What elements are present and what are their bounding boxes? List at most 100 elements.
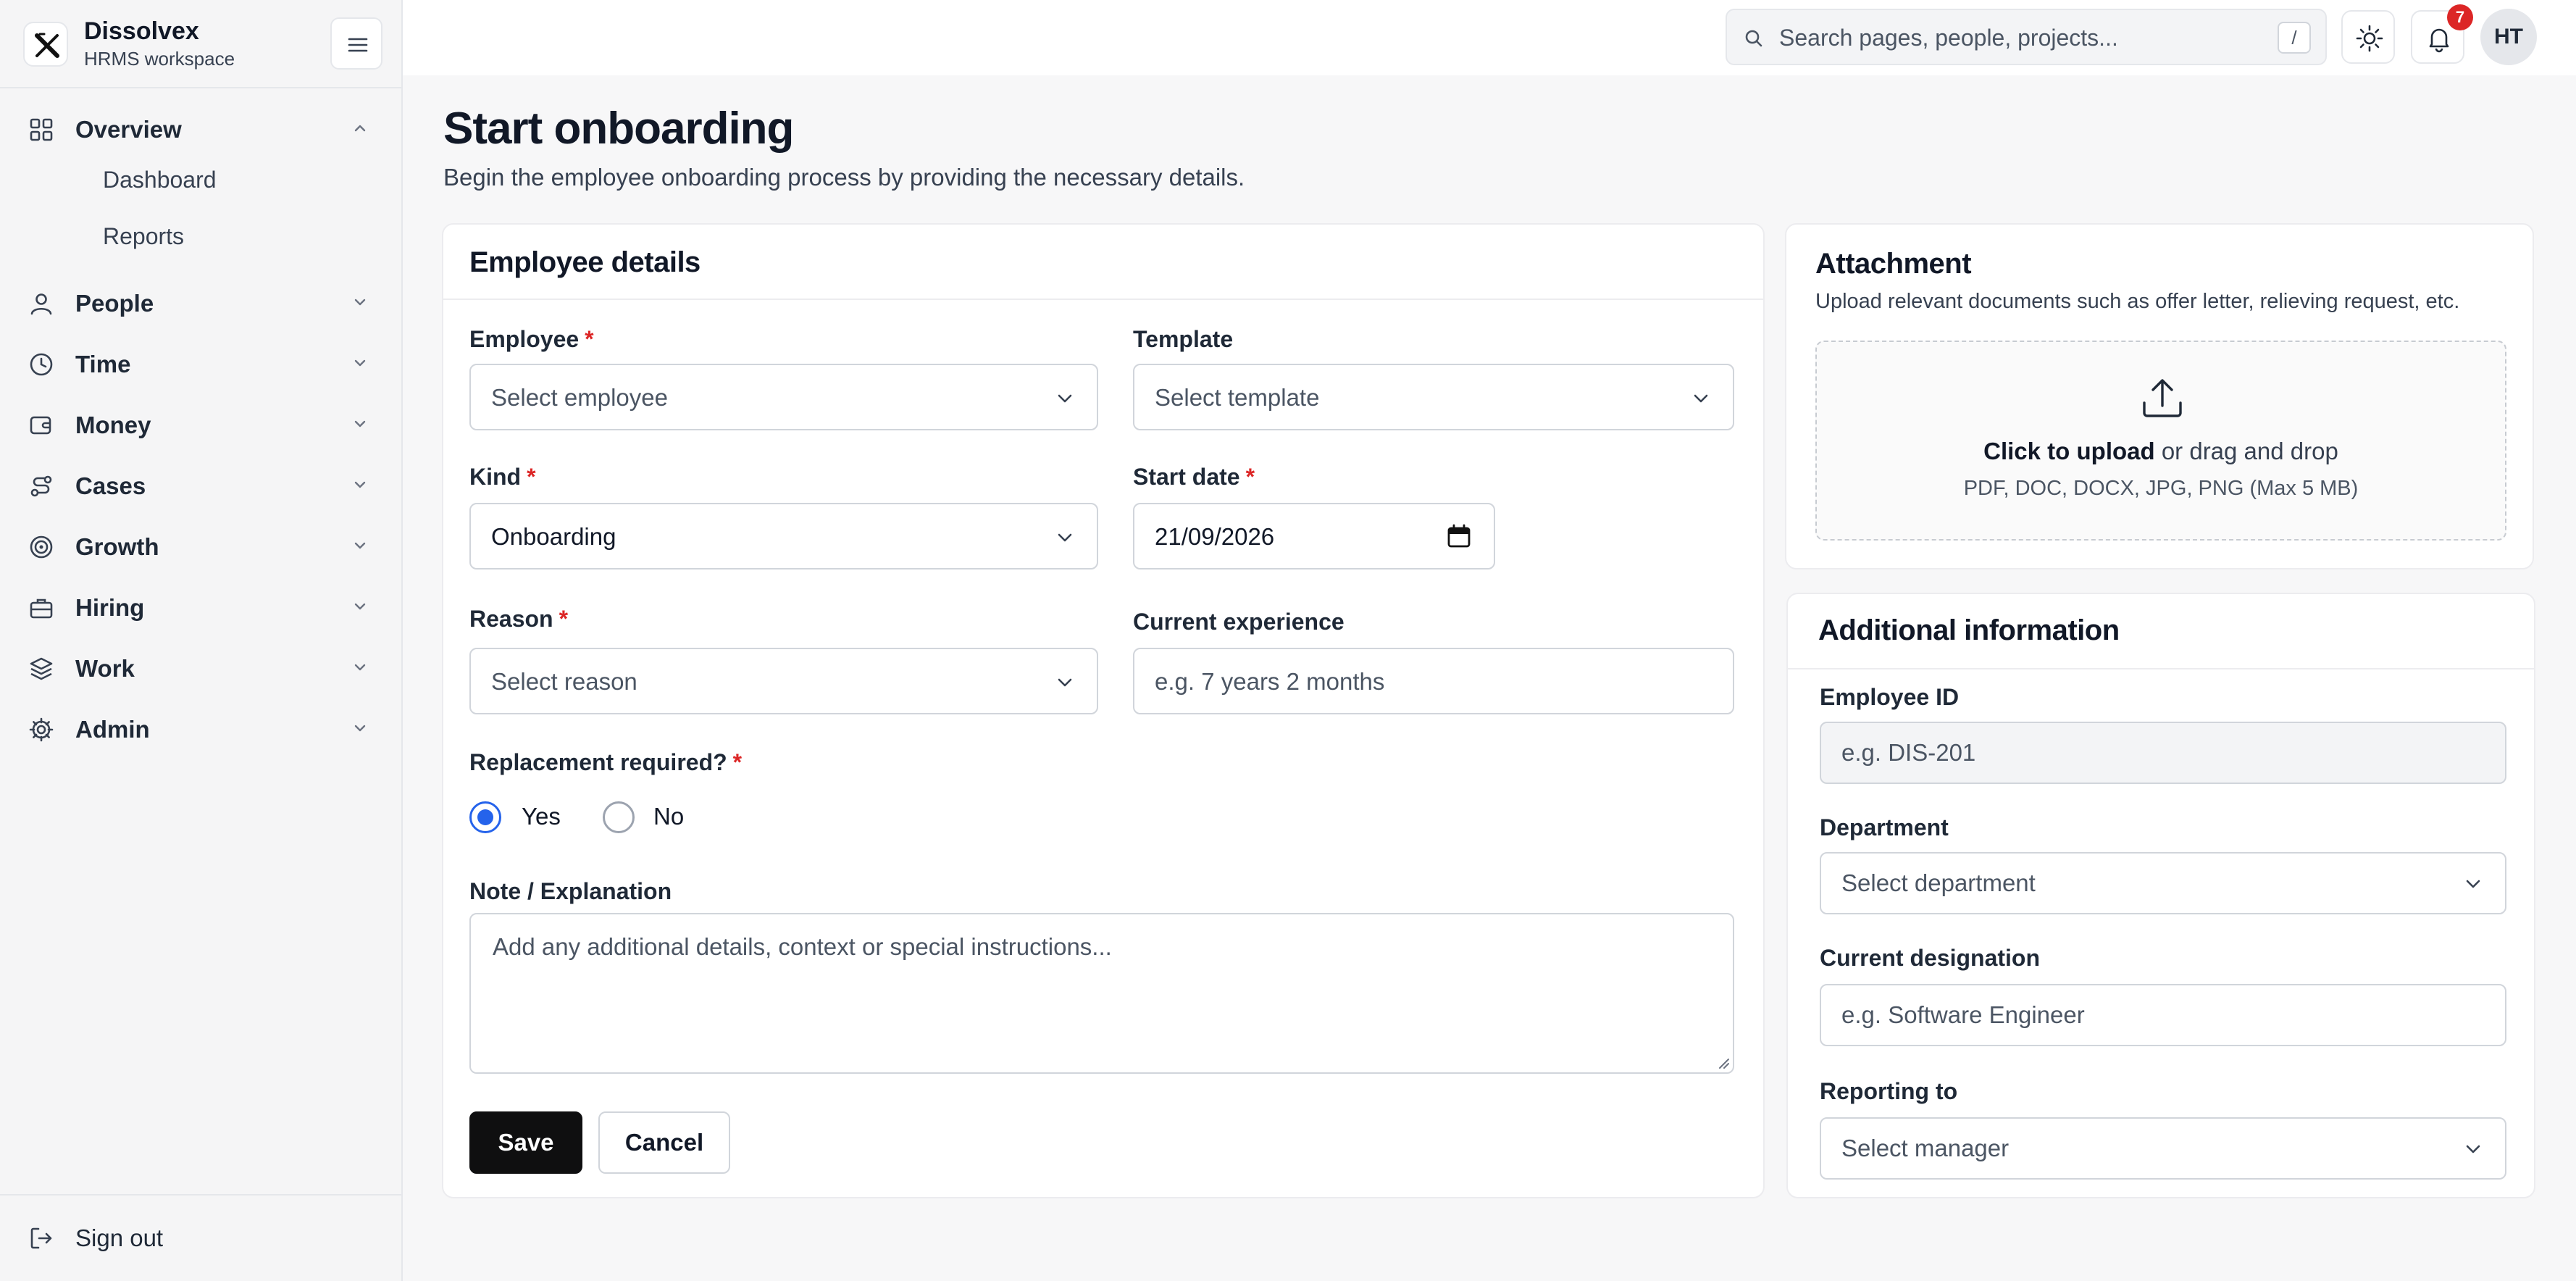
sidebar-item-hiring[interactable]: Hiring: [0, 580, 401, 632]
chevron-down-icon: [354, 603, 366, 610]
sidebar-item-label: Hiring: [75, 594, 145, 621]
clock-icon: [30, 353, 53, 376]
sidebar-item-label: Cases: [75, 472, 146, 499]
replacement-yes-label: Yes: [522, 803, 561, 830]
attachment-subtitle: Upload relevant documents such as offer …: [1815, 290, 2460, 313]
kind-select-value: Onboarding: [491, 523, 616, 550]
wallet-icon: [30, 416, 51, 435]
menu-toggle-button[interactable]: [330, 17, 382, 70]
chevron-down-icon: [1058, 533, 1072, 542]
kind-label: Kind *: [469, 464, 536, 490]
avatar[interactable]: HT: [2480, 9, 2537, 65]
brand-logo[interactable]: [23, 22, 68, 67]
sidebar-item-admin[interactable]: Admin: [0, 701, 401, 754]
kind-select[interactable]: Onboarding: [469, 503, 1098, 569]
chevron-down-icon: [2466, 1145, 2480, 1153]
notifications-badge: 7: [2447, 4, 2473, 30]
sidebar: Dissolvex HRMS workspace Overview Dashbo…: [0, 0, 403, 1281]
reason-select[interactable]: Select reason: [469, 648, 1098, 714]
current-experience-input[interactable]: e.g. 7 years 2 months: [1133, 648, 1734, 714]
department-select-value: Select department: [1841, 869, 2036, 896]
sidebar-item-label: Admin: [75, 716, 150, 743]
resize-handle-icon[interactable]: [1715, 1055, 1730, 1069]
sidebar-item-label: People: [75, 290, 154, 317]
sidebar-item-cases[interactable]: Cases: [0, 458, 401, 510]
reason-label: Reason *: [469, 606, 569, 632]
card-title: Employee details: [469, 246, 701, 278]
sidebar-item-label: Growth: [75, 533, 159, 560]
chevron-down-icon: [354, 359, 366, 367]
sidebar-item-label: Time: [75, 351, 131, 377]
hamburger-icon: [348, 38, 368, 52]
briefcase-icon: [30, 598, 53, 619]
sidebar-item-growth[interactable]: Growth: [0, 519, 401, 571]
search-placeholder: Search pages, people, projects...: [1779, 25, 2118, 51]
grid-icon: [30, 118, 53, 141]
sidebar-item-overview[interactable]: Overview: [0, 101, 401, 154]
sun-icon: [2356, 25, 2383, 52]
employee-select-value: Select employee: [491, 384, 668, 411]
gear-icon: [29, 717, 54, 742]
department-select[interactable]: Select department: [1820, 852, 2506, 914]
drag-drop-text: or drag and drop: [2161, 438, 2338, 464]
sidebar-item-label: Money: [75, 412, 151, 438]
employee-select[interactable]: Select employee: [469, 364, 1098, 430]
current-experience-label: Current experience: [1133, 609, 1345, 635]
sidebar-item-work[interactable]: Work: [0, 640, 401, 693]
sign-out-label: Sign out: [75, 1224, 164, 1251]
sign-out-button[interactable]: Sign out: [0, 1194, 401, 1281]
upload-instructions: Click to upload or drag and drop: [1817, 438, 2505, 465]
note-placeholder: Add any additional details, context or s…: [493, 933, 1112, 960]
sidebar-item-time[interactable]: Time: [0, 336, 401, 388]
sidebar-item-label: Overview: [75, 116, 182, 143]
calendar-icon[interactable]: [1446, 523, 1472, 549]
reporting-to-label: Reporting to: [1820, 1078, 1958, 1104]
sidebar-item-money[interactable]: Money: [0, 397, 401, 449]
designation-placeholder: e.g. Software Engineer: [1841, 1001, 2085, 1028]
layers-icon: [30, 657, 53, 680]
start-date-label: Start date *: [1133, 464, 1255, 490]
target-icon: [30, 535, 53, 559]
card-divider: [1788, 668, 2534, 669]
template-label: Template: [1133, 326, 1234, 352]
upload-dropzone[interactable]: Click to upload or drag and drop PDF, DO…: [1815, 341, 2506, 541]
page-title: Start onboarding: [443, 104, 794, 154]
start-date-value: 21/09/2026: [1155, 523, 1275, 550]
cancel-button[interactable]: Cancel: [598, 1111, 730, 1174]
search-shortcut-key: /: [2278, 22, 2311, 54]
replacement-no-radio[interactable]: [603, 801, 635, 833]
reporting-to-select-value: Select manager: [1841, 1135, 2010, 1161]
replacement-yes-radio[interactable]: [469, 801, 501, 833]
designation-input[interactable]: e.g. Software Engineer: [1820, 984, 2506, 1046]
chevron-down-icon: [1058, 394, 1072, 403]
click-to-upload-link[interactable]: Click to upload: [1983, 438, 2155, 464]
note-textarea[interactable]: Add any additional details, context or s…: [469, 913, 1734, 1074]
sidebar-subitem-dashboard[interactable]: Dashboard: [103, 167, 217, 193]
sidebar-subitem-reports[interactable]: Reports: [103, 223, 184, 250]
card-title: Additional information: [1818, 614, 2120, 646]
search-input[interactable]: Search pages, people, projects... /: [1726, 9, 2327, 65]
upload-formats: PDF, DOC, DOCX, JPG, PNG (Max 5 MB): [1963, 477, 2359, 500]
sidebar-item-people[interactable]: People: [0, 275, 401, 327]
template-select[interactable]: Select template: [1133, 364, 1734, 430]
sidebar-item-label: Work: [75, 655, 135, 682]
brand: Dissolvex HRMS workspace: [0, 0, 401, 88]
start-date-input[interactable]: 21/09/2026: [1133, 503, 1495, 569]
save-button[interactable]: Save: [469, 1111, 582, 1174]
replacement-no-label: No: [653, 803, 685, 830]
card-title: Attachment: [1815, 248, 1972, 280]
replacement-label: Replacement required? *: [469, 749, 743, 775]
reason-select-value: Select reason: [491, 668, 637, 695]
search-icon: [1745, 30, 1762, 47]
note-label: Note / Explanation: [469, 878, 672, 904]
current-experience-placeholder: e.g. 7 years 2 months: [1155, 668, 1385, 695]
page-subtitle: Begin the employee onboarding process by…: [443, 164, 1245, 191]
employee-id-input[interactable]: e.g. DIS-201: [1820, 722, 2506, 784]
chevron-up-icon: [354, 125, 366, 132]
theme-toggle-button[interactable]: [2341, 10, 2395, 64]
chevron-down-icon: [354, 664, 366, 671]
reporting-to-select[interactable]: Select manager: [1820, 1117, 2506, 1180]
department-label: Department: [1820, 814, 1949, 840]
chevron-down-icon: [354, 725, 366, 732]
bell-icon: [2429, 28, 2449, 53]
